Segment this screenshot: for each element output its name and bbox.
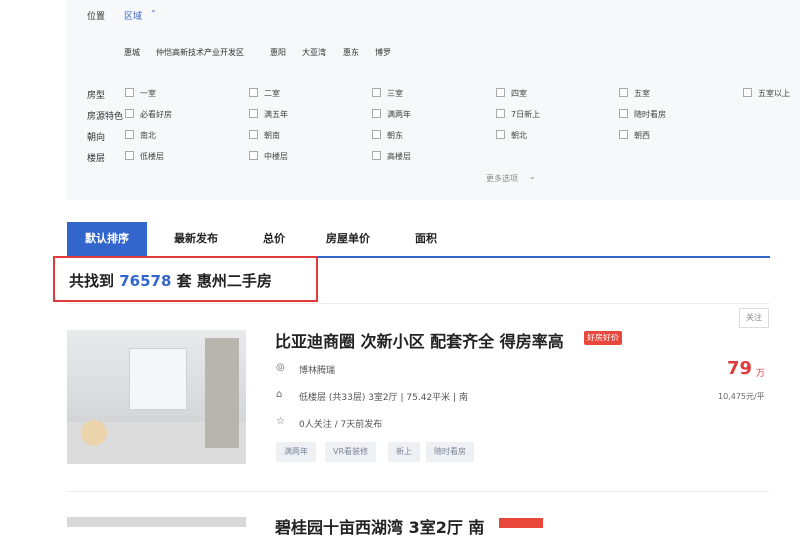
house-icon: ⌂ (276, 389, 283, 400)
checkbox[interactable] (496, 109, 505, 118)
follow-button[interactable]: 关注 (739, 308, 769, 328)
orientation-option[interactable]: 朝南 (264, 130, 280, 141)
photo-door (205, 338, 239, 448)
room-option[interactable]: 五室 (634, 88, 650, 99)
next-listing-photo[interactable] (67, 517, 246, 527)
checkbox[interactable] (372, 109, 381, 118)
unit-price: 10,475元/平 (718, 392, 765, 401)
good-price-badge: 好房好价 (584, 331, 622, 345)
checkbox[interactable] (372, 130, 381, 139)
district-mode-toggle[interactable]: 区域 (124, 9, 142, 22)
floor-label: 楼层 (87, 154, 106, 164)
orientation-label: 朝向 (87, 133, 106, 143)
checkbox[interactable] (496, 130, 505, 139)
house-details: 低楼层 (共33层) 3室2厅 | 75.42平米 | 南 (299, 393, 468, 403)
room-option[interactable]: 二室 (264, 88, 280, 99)
room-option[interactable]: 三室 (387, 88, 403, 99)
tab-default-sort[interactable]: 默认排序 (67, 222, 147, 256)
divider (67, 491, 770, 492)
star-icon: ☆ (276, 416, 285, 427)
chevron-up-icon[interactable]: ⌃ (150, 9, 157, 18)
photo-window (129, 348, 187, 410)
next-listing-title[interactable]: 碧桂园十亩西湖湾 3室2厅 南 (275, 514, 484, 538)
district-option[interactable]: 惠阳 (270, 47, 286, 58)
location-label: 位置 (87, 12, 106, 22)
follow-info: 0人关注 / 7天前发布 (299, 420, 383, 430)
district-option[interactable]: 博罗 (375, 47, 391, 58)
feature-option[interactable]: 随时看房 (634, 109, 666, 120)
room-option[interactable]: 四室 (511, 88, 527, 99)
features-label: 房源特色 (87, 112, 124, 122)
result-count-highlight: 共找到 76578 套 惠州二手房 (53, 256, 318, 302)
checkbox[interactable] (125, 109, 134, 118)
district-option[interactable]: 惠东 (343, 47, 359, 58)
floor-option[interactable]: 高楼层 (387, 151, 411, 162)
checkbox[interactable] (249, 109, 258, 118)
checkbox[interactable] (249, 88, 258, 97)
orientation-option[interactable]: 南北 (140, 130, 156, 141)
listing-tag: 新上 (388, 442, 420, 462)
community-link[interactable]: 博林腾瑞 (299, 363, 335, 376)
divider (67, 303, 770, 304)
district-option[interactable]: 仲恺高新技术产业开发区 (156, 47, 244, 58)
checkbox[interactable] (619, 88, 628, 97)
filter-panel (67, 0, 800, 200)
orientation-option[interactable]: 朝西 (634, 130, 650, 141)
result-number: 76578 (119, 272, 172, 290)
feature-option[interactable]: 满五年 (264, 109, 288, 120)
chevron-down-icon[interactable]: ⌄ (529, 172, 536, 181)
checkbox[interactable] (619, 130, 628, 139)
room-option[interactable]: 一室 (140, 88, 156, 99)
price-unit: 万 (756, 369, 766, 379)
listing-tag: 满两年 (276, 442, 316, 462)
room-option[interactable]: 五室以上 (758, 88, 790, 99)
listing-tag: VR看装修 (325, 442, 377, 462)
tab-newest[interactable]: 最新发布 (174, 222, 218, 256)
checkbox[interactable] (249, 130, 258, 139)
tab-total-price[interactable]: 总价 (263, 222, 285, 256)
more-options-link[interactable]: 更多选项 (486, 173, 518, 184)
checkbox[interactable] (372, 151, 381, 160)
district-option[interactable]: 大亚湾 (302, 47, 326, 58)
checkbox[interactable] (125, 151, 134, 160)
result-prefix: 共找到 (69, 272, 115, 290)
tab-unit-price[interactable]: 房屋单价 (326, 222, 370, 256)
checkbox[interactable] (496, 88, 505, 97)
district-option[interactable]: 惠城 (124, 47, 140, 58)
watermark-stamp (81, 420, 107, 446)
checkbox[interactable] (372, 88, 381, 97)
checkbox[interactable] (125, 130, 134, 139)
tab-area[interactable]: 面积 (415, 222, 437, 256)
result-suffix: 套 惠州二手房 (176, 272, 272, 290)
floor-option[interactable]: 中楼层 (264, 151, 288, 162)
listing-tag: 随时看房 (426, 442, 474, 462)
floor-option[interactable]: 低楼层 (140, 151, 164, 162)
location-pin-icon: ◎ (276, 362, 285, 373)
sort-tabs: 默认排序 最新发布 总价 房屋单价 面积 (67, 222, 770, 258)
feature-option[interactable]: 7日新上 (511, 109, 540, 120)
listing-title[interactable]: 比亚迪商圈 次新小区 配套齐全 得房率高 (275, 328, 564, 352)
total-price: 79 (727, 358, 753, 379)
feature-option[interactable]: 必看好房 (140, 109, 172, 120)
checkbox[interactable] (249, 151, 258, 160)
orientation-option[interactable]: 朝东 (387, 130, 403, 141)
next-listing-badge (499, 518, 543, 528)
checkbox[interactable] (743, 88, 752, 97)
checkbox[interactable] (125, 88, 134, 97)
checkbox[interactable] (619, 109, 628, 118)
feature-option[interactable]: 满两年 (387, 109, 411, 120)
orientation-option[interactable]: 朝北 (511, 130, 527, 141)
listing-photo[interactable] (67, 330, 246, 464)
rooms-label: 房型 (87, 91, 106, 101)
result-count: 共找到 76578 套 惠州二手房 (69, 270, 272, 291)
